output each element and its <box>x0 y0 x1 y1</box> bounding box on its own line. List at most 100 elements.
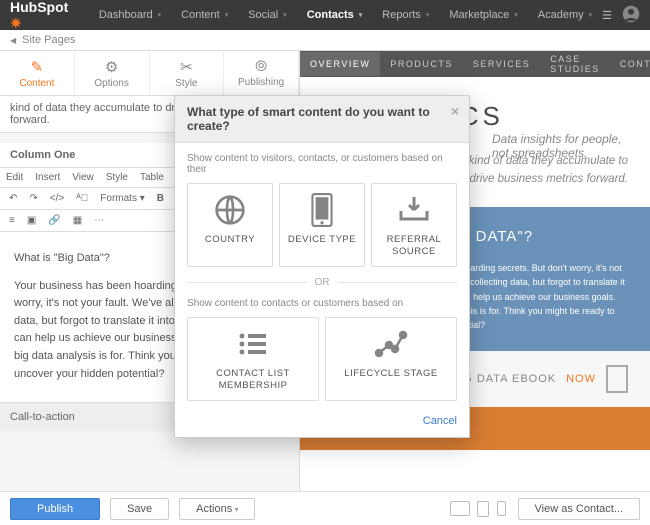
list-icon <box>237 328 269 360</box>
modal-header: What type of smart content do you want t… <box>175 96 469 143</box>
mobile-icon[interactable] <box>497 501 506 516</box>
bold-button[interactable]: B <box>154 192 167 205</box>
redo-icon[interactable]: ↷ <box>26 192 40 205</box>
footer-bar: Publish Save Actions View as Contact... <box>0 491 650 525</box>
preview-nav-overview[interactable]: OVERVIEW <box>300 52 380 76</box>
card-row-2: CONTACT LIST MEMBERSHIP LIFECYCLE STAGE <box>187 317 457 401</box>
chevron-down-icon: ▾ <box>589 11 593 19</box>
chevron-down-icon: ▾ <box>514 11 518 19</box>
pencil-icon: ✎ <box>31 58 44 76</box>
tablet-icon[interactable] <box>477 501 489 517</box>
card-label: REFERRAL SOURCE <box>376 234 452 258</box>
preview-nav-products[interactable]: PRODUCTS <box>380 52 463 76</box>
gear-icon: ⚙ <box>105 58 118 76</box>
or-divider: OR <box>187 277 457 288</box>
rte-menu-view[interactable]: View <box>72 172 94 183</box>
more-icon[interactable]: ⋯ <box>91 214 107 227</box>
card-lifecycle-stage[interactable]: LIFECYCLE STAGE <box>325 317 457 401</box>
footer-right: View as Contact... <box>450 498 640 520</box>
card-contact-list[interactable]: CONTACT LIST MEMBERSHIP <box>187 317 319 401</box>
download-tray-icon <box>397 194 431 226</box>
chevron-down-icon: ▾ <box>426 11 430 19</box>
breadcrumb-back[interactable]: Site Pages <box>22 34 75 46</box>
card-country[interactable]: COUNTRY <box>187 183 273 267</box>
tool-tabs: ✎ Content ⚙ Options ✂ Style ⦾ Publishing <box>0 51 299 96</box>
nav-content[interactable]: Content▾ <box>171 9 238 21</box>
tab-publishing[interactable]: ⦾ Publishing <box>224 51 299 95</box>
code-icon[interactable]: </> <box>47 192 67 205</box>
tablet-icon <box>309 194 335 226</box>
align-icon[interactable]: ≡ <box>6 214 18 227</box>
save-button[interactable]: Save <box>110 498 169 520</box>
broadcast-icon: ⦾ <box>255 58 267 75</box>
view-as-contact-button[interactable]: View as Contact... <box>518 498 640 520</box>
card-label: DEVICE TYPE <box>288 234 356 246</box>
modal-title: What type of smart content do you want t… <box>187 105 430 133</box>
device-preview-icons[interactable] <box>450 501 510 517</box>
card-label: CONTACT LIST MEMBERSHIP <box>192 368 314 392</box>
link-icon[interactable]: 🔗 <box>45 214 63 227</box>
card-referral-source[interactable]: REFERRAL SOURCE <box>371 183 457 267</box>
actions-dropdown[interactable]: Actions <box>179 498 255 520</box>
tab-label: Publishing <box>238 77 284 88</box>
undo-icon[interactable]: ↶ <box>6 192 20 205</box>
tab-content[interactable]: ✎ Content <box>0 51 75 95</box>
tab-label: Options <box>94 78 128 89</box>
user-avatar-icon[interactable] <box>622 5 640 26</box>
tab-options[interactable]: ⚙ Options <box>75 51 150 95</box>
card-label: LIFECYCLE STAGE <box>344 368 437 380</box>
publish-button[interactable]: Publish <box>10 498 100 520</box>
tab-style[interactable]: ✂ Style <box>150 51 225 95</box>
path-nodes-icon <box>373 328 409 360</box>
sprocket-icon: ✷ <box>10 15 22 31</box>
image-icon[interactable]: ▣ <box>24 214 39 227</box>
cancel-button[interactable]: Cancel <box>423 415 457 427</box>
nav-contacts[interactable]: Contacts▾ <box>297 9 373 21</box>
rte-menu-insert[interactable]: Insert <box>35 172 60 183</box>
chevron-left-icon[interactable]: ◀ <box>10 36 16 45</box>
nav-items: Dashboard▾ Content▾ Social▾ Contacts▾ Re… <box>89 9 602 21</box>
nav-academy[interactable]: Academy▾ <box>528 9 602 21</box>
nav-dashboard[interactable]: Dashboard▾ <box>89 9 171 21</box>
tab-label: Style <box>175 78 197 89</box>
ebook-icon <box>606 365 628 393</box>
chevron-down-icon: ▾ <box>158 11 162 19</box>
chevron-down-icon: ▾ <box>283 11 287 19</box>
top-nav: HubSpot ✷ Dashboard▾ Content▾ Social▾ Co… <box>0 0 650 30</box>
column-title: Column One <box>10 149 75 161</box>
chevron-down-icon: ▾ <box>359 11 363 19</box>
modal-body: Show content to visitors, contacts, or c… <box>175 143 469 407</box>
tab-label: Content <box>19 78 54 89</box>
rte-menu-style[interactable]: Style <box>106 172 128 183</box>
breadcrumb: ◀ Site Pages <box>0 30 650 51</box>
scissors-icon: ✂ <box>180 58 193 76</box>
nav-social[interactable]: Social▾ <box>238 9 296 21</box>
rte-menu-edit[interactable]: Edit <box>6 172 23 183</box>
preview-nav-contact[interactable]: CONTACT <box>610 52 650 76</box>
rte-menu-table[interactable]: Table <box>140 172 164 183</box>
table-icon[interactable]: ▦ <box>70 214 85 227</box>
card-device-type[interactable]: DEVICE TYPE <box>279 183 365 267</box>
nav-marketplace[interactable]: Marketplace▾ <box>439 9 527 21</box>
chevron-down-icon: ▾ <box>225 11 229 19</box>
ebook-label-now: NOW <box>566 373 596 385</box>
formats-dropdown[interactable]: Formats ▾ <box>97 192 147 205</box>
brand-logo: HubSpot ✷ <box>10 0 74 32</box>
smart-content-modal: What type of smart content do you want t… <box>174 95 470 438</box>
preview-nav: OVERVIEW PRODUCTS SERVICES CASE STUDIES … <box>300 51 650 77</box>
modal-note-1: Show content to visitors, contacts, or c… <box>187 153 457 175</box>
preview-nav-services[interactable]: SERVICES <box>463 52 540 76</box>
desktop-icon[interactable] <box>450 501 470 516</box>
preview-tagline: Data insights for people, not spreadshee… <box>492 132 632 160</box>
modal-note-2: Show content to contacts or customers ba… <box>187 298 457 309</box>
card-row-1: COUNTRY DEVICE TYPE REFERRAL SOURCE <box>187 183 457 267</box>
close-icon[interactable]: × <box>451 103 459 119</box>
nav-reports[interactable]: Reports▾ <box>372 9 439 21</box>
menu-icon[interactable]: ☰ <box>602 9 612 22</box>
card-label: COUNTRY <box>205 234 255 246</box>
modal-footer: Cancel <box>175 407 469 437</box>
brand-text: HubSpot <box>10 0 68 15</box>
top-right: ☰ <box>602 5 640 26</box>
globe-icon <box>214 194 246 226</box>
clear-format-icon[interactable]: ᴬ⃠ <box>73 192 91 205</box>
